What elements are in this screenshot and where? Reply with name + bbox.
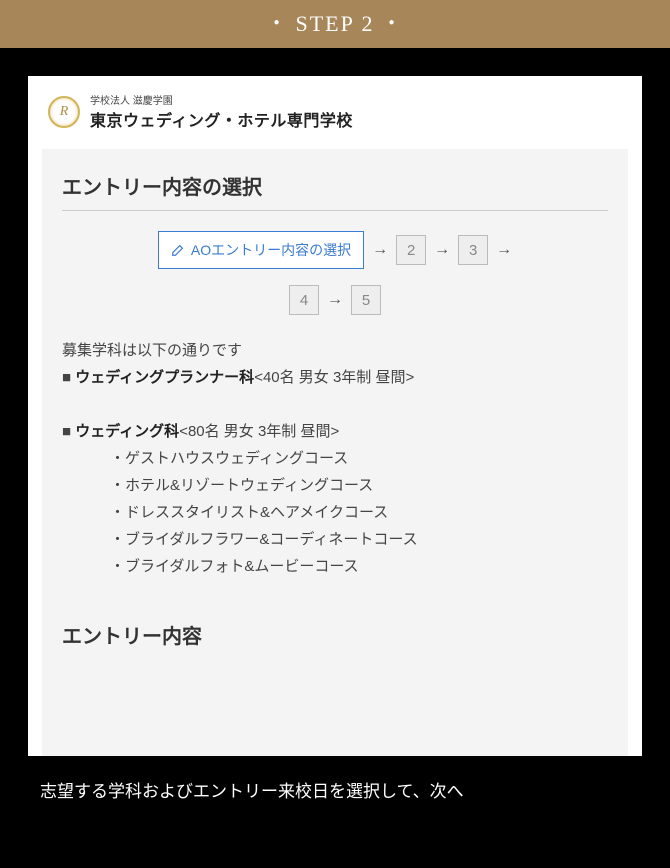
dot-icon: ● bbox=[389, 17, 397, 28]
brand-logo-icon: R bbox=[48, 96, 80, 128]
dept-1: ■ ウェディングプランナー科<40名 男女 3年制 昼間> bbox=[62, 364, 608, 391]
brand-row: R 学校法人 滋慶学園 東京ウェディング・ホテル専門学校 bbox=[28, 76, 642, 141]
step-caption: 志望する学科およびエントリー来校日を選択して、次へ bbox=[28, 756, 642, 808]
frame: R 学校法人 滋慶学園 東京ウェディング・ホテル専門学校 エントリー内容の選択 … bbox=[0, 48, 670, 868]
dept-2: ■ ウェディング科<80名 男女 3年制 昼間> bbox=[62, 418, 608, 445]
description: 募集学科は以下の通りです ■ ウェディングプランナー科<40名 男女 3年制 昼… bbox=[62, 337, 608, 580]
screenshot: R 学校法人 滋慶学園 東京ウェディング・ホテル専門学校 エントリー内容の選択 … bbox=[28, 76, 642, 756]
course-item: ・ブライダルフォト&ムービーコース bbox=[62, 553, 608, 580]
arrow-right-icon: → bbox=[496, 241, 512, 259]
brand-subtitle: 学校法人 滋慶学園 bbox=[90, 92, 353, 107]
dept-1-detail: <40名 男女 3年制 昼間> bbox=[254, 369, 414, 386]
divider bbox=[62, 210, 608, 211]
arrow-right-icon: → bbox=[372, 241, 388, 259]
panel-title: エントリー内容の選択 bbox=[62, 171, 608, 200]
course-item: ・ゲストハウスウェディングコース bbox=[62, 445, 608, 472]
form-panel: エントリー内容の選択 AOエントリー内容の選択 → 2 → 3 → bbox=[42, 149, 628, 756]
wizard-step-3[interactable]: 3 bbox=[458, 235, 488, 265]
dot-icon: ● bbox=[273, 17, 281, 28]
brand-logo-glyph: R bbox=[60, 104, 69, 120]
section-entry-title: エントリー内容 bbox=[62, 620, 608, 649]
wizard-step-4[interactable]: 4 bbox=[289, 285, 319, 315]
brand-title: 東京ウェディング・ホテル専門学校 bbox=[90, 107, 353, 131]
wizard-step-2[interactable]: 2 bbox=[396, 235, 426, 265]
dept-2-detail: <80名 男女 3年制 昼間> bbox=[179, 423, 339, 440]
dept-1-name: ウェディングプランナー科 bbox=[75, 369, 254, 386]
course-item: ・ドレススタイリスト&ヘアメイクコース bbox=[62, 499, 608, 526]
step-header-label: STEP 2 bbox=[295, 11, 374, 37]
edit-icon bbox=[171, 243, 185, 257]
wizard-step-1-active[interactable]: AOエントリー内容の選択 bbox=[158, 231, 364, 269]
course-item-wrapped: ・ブライダルフラワー&コーディネートコース bbox=[110, 526, 608, 553]
arrow-right-icon: → bbox=[327, 291, 343, 309]
desc-intro: 募集学科は以下の通りです bbox=[62, 337, 608, 364]
step-header: ● STEP 2 ● bbox=[0, 0, 670, 48]
wizard-step-1-label: AOエントリー内容の選択 bbox=[191, 240, 351, 260]
arrow-right-icon: → bbox=[434, 241, 450, 259]
course-item: ・ホテル&リゾートウェディングコース bbox=[62, 472, 608, 499]
wizard-step-5[interactable]: 5 bbox=[351, 285, 381, 315]
dept-2-name: ウェディング科 bbox=[75, 423, 179, 440]
wizard-steps: AOエントリー内容の選択 → 2 → 3 → 4 → 5 bbox=[62, 231, 608, 315]
